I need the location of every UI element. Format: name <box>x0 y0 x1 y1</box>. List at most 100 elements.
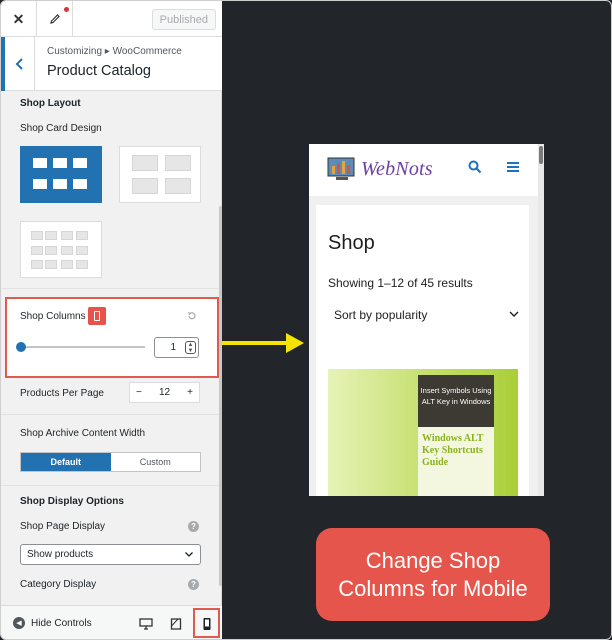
shop-card: Shop Showing 1–12 of 45 results Sort by … <box>316 205 529 496</box>
products-per-page-label: Products Per Page <box>20 388 104 399</box>
desktop-icon <box>139 618 153 630</box>
layout-thumb <box>45 231 57 240</box>
shop-columns-slider-handle[interactable] <box>16 342 26 352</box>
shop-columns-slider-track[interactable] <box>21 346 145 348</box>
layout-thumb <box>53 158 67 168</box>
back-button[interactable] <box>1 37 35 91</box>
mobile-preview-highlight <box>193 608 220 638</box>
layout-thumb <box>76 246 88 255</box>
callout-label: Change Shop Columns for Mobile <box>316 528 550 621</box>
help-icon[interactable]: ? <box>188 579 199 590</box>
site-header: WebNots <box>309 144 538 196</box>
layout-thumb <box>76 231 88 240</box>
layout-thumb <box>132 155 158 171</box>
layout-thumb <box>61 231 73 240</box>
products-per-page-stepper[interactable]: − 12 + <box>129 382 200 403</box>
search-icon[interactable] <box>468 160 482 174</box>
chevron-down-icon <box>509 311 519 317</box>
site-logo-text[interactable]: WebNots <box>361 158 433 181</box>
tablet-preview-button[interactable] <box>166 614 186 634</box>
preview-scrollbar[interactable] <box>538 144 544 496</box>
products-per-page-value[interactable]: 12 <box>159 387 170 398</box>
layout-option-2[interactable] <box>119 146 201 203</box>
layout-option-3[interactable] <box>20 221 102 278</box>
preview-content: Shop Showing 1–12 of 45 results Sort by … <box>309 196 538 496</box>
desktop-preview-button[interactable] <box>136 614 156 634</box>
hide-controls-label: Hide Controls <box>31 617 92 629</box>
width-custom-option[interactable]: Custom <box>111 453 201 471</box>
preview-scrollbar-thumb[interactable] <box>539 146 543 164</box>
tablet-icon <box>170 618 182 630</box>
layout-thumb <box>61 260 73 269</box>
layout-thumb <box>45 246 57 255</box>
close-customizer-button[interactable]: ✕ <box>1 1 37 37</box>
page-title: Product Catalog <box>47 63 151 79</box>
layout-thumb <box>76 260 88 269</box>
archive-width-toggle: Default Custom <box>20 452 201 472</box>
shop-layout-heading: Shop Layout <box>20 98 81 109</box>
customizer-panel: ✕ Published Customizing ▸ WooCommerce Pr… <box>1 1 222 639</box>
divider <box>1 485 222 486</box>
mobile-preview: WebNots Shop Showing 1–12 of 45 results … <box>309 144 544 496</box>
spinner-icon[interactable]: ▲ ▼ <box>185 341 196 354</box>
product-banner-title: Insert Symbols Using ALT Key in Windows <box>418 375 494 427</box>
customizer-footer: ◀ Hide Controls <box>1 605 222 639</box>
shop-page-display-label: Shop Page Display <box>20 521 106 532</box>
customizer-topbar: ✕ Published <box>1 1 222 37</box>
panel-scrollbar[interactable] <box>219 206 222 586</box>
layout-thumb <box>73 158 87 168</box>
mobile-icon <box>94 311 100 321</box>
layout-thumb <box>33 158 47 168</box>
archive-width-label: Shop Archive Content Width <box>20 428 146 439</box>
shop-columns-label: Shop Columns <box>20 311 86 322</box>
width-default-option[interactable]: Default <box>21 453 111 471</box>
layout-thumb <box>33 179 47 189</box>
layout-thumb <box>31 231 43 240</box>
pointer-arrow-head <box>286 333 304 353</box>
layout-thumb <box>132 178 158 194</box>
decrement-button[interactable]: − <box>136 387 142 398</box>
shop-title: Shop <box>328 232 375 254</box>
published-button[interactable]: Published <box>151 9 216 30</box>
sort-value: Sort by popularity <box>334 308 428 322</box>
layout-thumb <box>45 260 57 269</box>
layout-thumb <box>73 179 87 189</box>
layout-option-1[interactable] <box>20 146 102 203</box>
product-image[interactable]: Insert Symbols Using ALT Key in Windows … <box>328 369 518 496</box>
divider <box>1 414 222 415</box>
increment-button[interactable]: + <box>187 387 193 398</box>
notification-dot <box>64 7 69 12</box>
chevron-left-icon <box>15 58 23 70</box>
edit-button[interactable] <box>37 1 73 37</box>
mobile-device-badge <box>88 307 106 325</box>
hide-controls-button[interactable]: ◀ Hide Controls <box>13 617 92 629</box>
layout-thumb <box>61 246 73 255</box>
results-count: Showing 1–12 of 45 results <box>328 276 473 290</box>
callout-line-2: Columns for Mobile <box>338 575 528 601</box>
pointer-arrow-line <box>222 341 288 345</box>
help-icon[interactable]: ? <box>188 521 199 532</box>
close-icon: ✕ <box>12 10 25 27</box>
screenshot-frame: ✕ Published Customizing ▸ WooCommerce Pr… <box>0 0 612 640</box>
collapse-icon: ◀ <box>13 617 25 629</box>
product-banner-subtitle: Windows ALT Key Shortcuts Guide <box>418 427 494 496</box>
shop-page-display-value: Show products <box>27 549 94 560</box>
section-header: Customizing ▸ WooCommerce Product Catalo… <box>1 37 222 91</box>
divider <box>1 288 222 289</box>
shop-page-display-select[interactable]: Show products <box>20 544 201 565</box>
layout-thumb <box>53 179 67 189</box>
hamburger-menu-icon[interactable] <box>506 160 520 174</box>
chevron-down-icon <box>185 552 193 557</box>
layout-thumb <box>165 155 191 171</box>
pencil-icon <box>49 14 60 24</box>
layout-thumb <box>31 260 43 269</box>
logo-icon <box>327 157 355 180</box>
breadcrumb: Customizing ▸ WooCommerce <box>47 46 182 57</box>
layout-thumb <box>165 178 191 194</box>
sort-select[interactable]: Sort by popularity <box>328 302 522 328</box>
callout-line-1: Change Shop <box>365 547 501 573</box>
reset-icon[interactable] <box>187 311 197 321</box>
card-design-label: Shop Card Design <box>20 123 102 134</box>
layout-thumb <box>31 246 43 255</box>
display-options-heading: Shop Display Options <box>20 496 124 507</box>
